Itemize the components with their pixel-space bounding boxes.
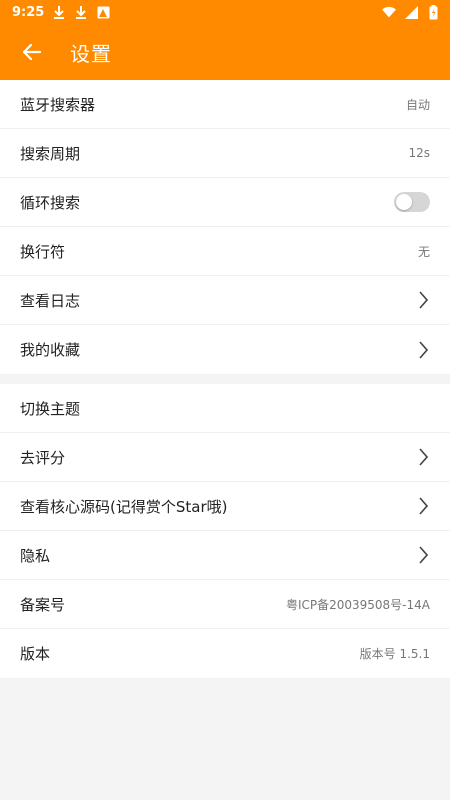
setting-my-favorites[interactable]: 我的收藏 (0, 325, 450, 374)
battery-icon (426, 4, 440, 19)
group-divider (0, 374, 450, 384)
settings-list: 蓝牙搜索器 自动 搜索周期 12s 循环搜索 换行符 无 查看日志 我的收藏 (0, 80, 450, 374)
chevron-right-icon (416, 291, 430, 309)
setting-bluetooth-scanner[interactable]: 蓝牙搜索器 自动 (0, 80, 450, 129)
arrow-left-icon (22, 43, 42, 61)
wifi-icon (382, 5, 396, 19)
status-right (382, 4, 440, 19)
download-icon (52, 5, 66, 19)
setting-value: 自动 (405, 97, 430, 112)
setting-label: 隐私 (20, 546, 51, 565)
setting-value: 无 (417, 244, 430, 259)
setting-switch-theme[interactable]: 切换主题 (0, 384, 450, 433)
setting-view-log[interactable]: 查看日志 (0, 276, 450, 325)
page-title: 设置 (70, 41, 112, 66)
chevron-right-icon (416, 340, 430, 359)
setting-line-break[interactable]: 换行符 无 (0, 227, 450, 276)
chevron-right-icon (416, 546, 430, 564)
setting-label: 循环搜索 (20, 193, 81, 212)
image-notification-icon (96, 5, 110, 19)
setting-label: 版本 (20, 645, 51, 663)
setting-label: 查看日志 (20, 291, 81, 310)
setting-scan-period[interactable]: 搜索周期 12s (0, 129, 450, 178)
setting-view-source[interactable]: 查看核心源码(记得赏个Star哦) (0, 482, 450, 531)
settings-list-secondary: 切换主题 去评分 查看核心源码(记得赏个Star哦) 隐私 备案号 粤ICP备2… (0, 384, 450, 678)
loop-scan-toggle[interactable] (394, 192, 430, 212)
status-time: 9:25 (12, 4, 45, 20)
setting-label: 去评分 (20, 448, 66, 467)
setting-icp-record[interactable]: 备案号 粤ICP备20039508号-14A (0, 580, 450, 629)
setting-label: 备案号 (20, 595, 66, 614)
status-bar: 9:25 (0, 0, 450, 24)
setting-rate[interactable]: 去评分 (0, 433, 450, 482)
setting-version: 版本 版本号 1.5.1 (0, 629, 450, 678)
setting-value: 12s (408, 146, 430, 160)
setting-value: 版本号 1.5.1 (359, 647, 430, 661)
download-icon (74, 5, 88, 19)
chevron-right-icon (416, 497, 430, 515)
setting-label: 蓝牙搜索器 (20, 95, 96, 114)
signal-icon (404, 5, 418, 19)
app-bar: 设置 (0, 24, 450, 80)
setting-privacy[interactable]: 隐私 (0, 531, 450, 580)
setting-value: 粤ICP备20039508号-14A (285, 597, 430, 612)
setting-label: 我的收藏 (20, 341, 81, 359)
back-button[interactable] (16, 36, 48, 68)
chevron-right-icon (416, 448, 430, 466)
setting-label: 查看核心源码(记得赏个Star哦) (20, 497, 228, 516)
setting-label: 切换主题 (20, 399, 81, 418)
status-left: 9:25 (12, 5, 110, 20)
toggle-knob (396, 194, 412, 210)
setting-loop-scan: 循环搜索 (0, 178, 450, 227)
setting-label: 换行符 (20, 242, 66, 261)
setting-label: 搜索周期 (20, 144, 81, 163)
